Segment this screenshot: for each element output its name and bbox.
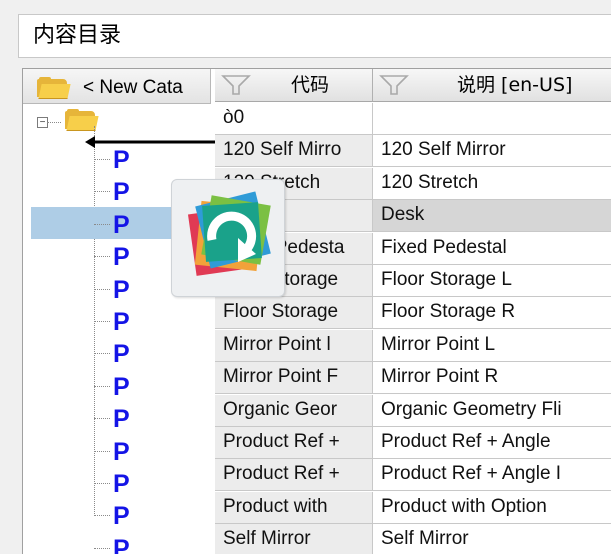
tree-item[interactable]: P [23,531,215,554]
tree-item[interactable]: P [23,304,215,336]
window-title: 内容目录 [33,23,122,48]
product-p-icon: P [113,534,130,554]
cell-description[interactable]: Fixed Pedestal [373,232,611,265]
product-p-icon: P [113,470,130,498]
cell-description[interactable]: 120 Self Mirror [373,135,611,168]
tree-connector [94,256,110,258]
cell-code[interactable]: Product Ref + [215,427,373,459]
product-p-icon: P [113,372,130,401]
tree-connector [47,122,61,123]
cell-description[interactable]: Mirror Point R [373,362,611,395]
cell-description[interactable]: 120 Stretch [373,167,611,200]
cell-description[interactable]: Floor Storage R [373,297,611,330]
product-p-icon: P [113,210,130,239]
product-p-icon: P [113,243,130,272]
refresh-overlay[interactable] [171,179,285,297]
catalog-tree[interactable]: − PPPPPPPPPPPPP [23,104,215,554]
tree-item[interactable]: P [23,369,215,401]
product-p-icon: P [113,308,130,336]
column-header-label: 代码 [291,74,330,96]
tree-item[interactable]: P [23,466,215,498]
cell-code[interactable]: 120 Self Mirro [215,135,373,168]
product-p-icon: P [113,437,130,466]
tree-connector [94,418,110,420]
tree-connector [94,353,110,355]
cell-description[interactable]: Organic Geometry Fli [373,394,611,427]
content-grid[interactable]: 代码 说明 [en-US] ò0 120 Self Mirro 120 Self M… [215,69,611,554]
folder-icon [37,77,71,99]
tree-connector [94,321,110,322]
tree-connector [94,515,110,517]
product-p-icon: P [113,146,130,174]
cell-code[interactable]: Product with [215,491,373,524]
tree-connector [94,483,110,484]
cell-description[interactable]: Self Mirror [373,524,611,554]
catalog-panel: < New Cata − PPPPPPPPPPPPP 代码 说明 [en-US]… [22,68,611,554]
cell-description[interactable]: Product with Option [373,491,611,524]
tree-connector [94,223,110,225]
tree-item[interactable]: P [23,498,215,530]
tree-connector [94,547,110,549]
cell-description[interactable]: Floor Storage L [373,265,611,297]
product-p-icon: P [113,275,130,304]
cell-code[interactable]: Self Mirror [215,524,373,554]
column-header-label: 说明 [en-US] [457,74,573,96]
column-header-code[interactable]: 代码 [215,69,373,102]
cell-code[interactable]: Floor Storage [215,297,373,330]
cell-code[interactable]: ò0 [215,103,373,135]
cell-description[interactable] [373,103,611,135]
refresh-app-icon[interactable] [172,180,284,296]
product-p-icon: P [113,178,130,207]
product-p-icon: P [113,340,130,369]
tree-item[interactable]: P [23,401,215,433]
filter-funnel-icon[interactable] [379,73,409,97]
catalog-title-bar: 内容目录 [18,14,611,58]
tree-connector [94,288,110,290]
tree-connector [94,191,110,193]
tree-header[interactable]: < New Cata [23,69,211,104]
tree-item[interactable]: P [23,336,215,368]
tree-connector [94,450,110,452]
tree-item[interactable]: P [23,434,215,466]
filter-funnel-icon[interactable] [221,73,251,97]
product-p-icon: P [113,502,130,531]
product-p-icon: P [113,405,130,434]
cell-code[interactable]: Product Ref + [215,459,373,492]
tree-root-label: < New Cata [83,77,183,98]
cell-description[interactable]: Mirror Point L [373,329,611,362]
cell-description[interactable]: Product Ref + Angle I [373,459,611,492]
cell-description[interactable]: Product Ref + Angle [373,427,611,459]
tree-connector [94,159,110,160]
drag-arrow-icon [85,136,235,148]
column-header-description[interactable]: 说明 [en-US] [373,69,611,102]
tree-connector [94,385,110,387]
cell-code[interactable]: Mirror Point l [215,329,373,362]
cell-description[interactable]: Desk [373,200,611,233]
cell-code[interactable]: Mirror Point F [215,362,373,395]
cell-code[interactable]: Organic Geor [215,394,373,427]
